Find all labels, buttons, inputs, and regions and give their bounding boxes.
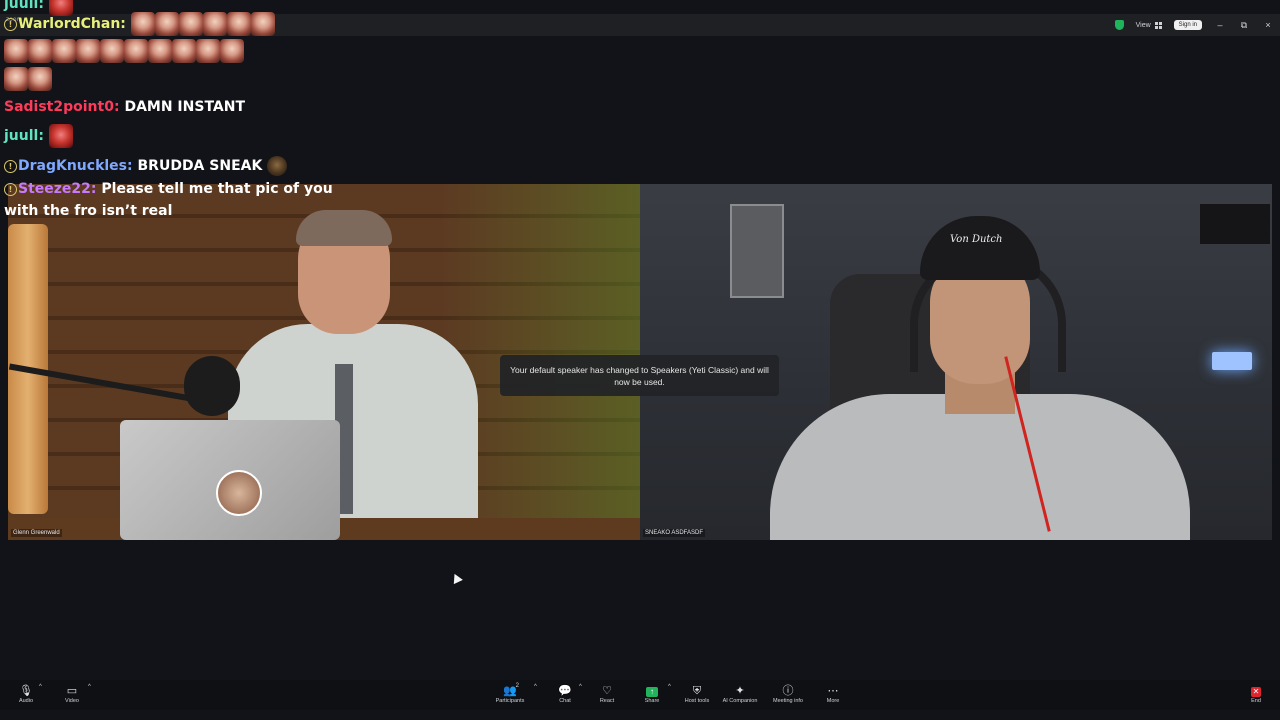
view-button[interactable]: View (1135, 21, 1162, 29)
cap: Von Dutch (920, 216, 1040, 280)
sign-in-button[interactable]: Sign in (1173, 20, 1202, 30)
audio-label: Audio (18, 698, 34, 704)
chat-line: Sadist2point0: DAMN INSTANT (4, 99, 246, 115)
participants-button[interactable]: 👥 2 Participants (491, 683, 529, 704)
emote-icon (48, 124, 73, 148)
emote-icon (100, 39, 124, 63)
emote-icon (76, 39, 100, 63)
emote-icon (226, 12, 251, 36)
badge-icon: ! (4, 160, 17, 173)
chat-line: juull: (4, 124, 73, 148)
heart-icon: ♡ (602, 685, 612, 697)
video-caret-icon[interactable]: ^ (88, 684, 91, 690)
shield-icon[interactable] (1114, 20, 1124, 30)
restore-button[interactable]: ⧉ (1238, 20, 1250, 31)
emote-icon (202, 12, 227, 36)
chat-username: Sadist2point0 (4, 99, 114, 115)
emote-icon (52, 39, 76, 63)
emote-icon (124, 39, 148, 63)
chat-caret-icon[interactable]: ^ (579, 684, 582, 690)
emote-icon (28, 67, 52, 91)
video-button[interactable]: ▭ Video (53, 684, 91, 704)
emote-icon (267, 156, 288, 176)
participant-video-right: Von Dutch (770, 214, 1190, 540)
chat-line: ! DragKnuckles: BRUDDA SNEAK (4, 156, 288, 176)
chat-username: DragKnuckles (18, 158, 128, 174)
emote-icon (130, 12, 155, 36)
end-label: End (1251, 698, 1261, 704)
shield-icon: ⛨ (692, 685, 702, 697)
mouse-cursor-icon (450, 571, 463, 585)
chat-username: juull (4, 0, 39, 12)
emote-icon (148, 39, 172, 63)
chat-username: Steeze22 (18, 181, 91, 197)
participants-label: Participants (495, 698, 525, 704)
share-button[interactable]: ↑ Share (633, 684, 671, 704)
badge-icon: ! (4, 18, 17, 31)
sparkle-icon: ✦ (735, 685, 745, 697)
emote-icon (4, 67, 28, 91)
end-call-icon: ✕ (1251, 687, 1261, 697)
more-button[interactable]: ⋯ More (814, 684, 852, 704)
chat-message: with the fro isn’t real (4, 203, 173, 219)
audio-caret-icon[interactable]: ^ (39, 684, 42, 690)
minimize-button[interactable]: – (1214, 20, 1226, 30)
emote-icon (220, 39, 244, 63)
emote-icon (196, 39, 220, 63)
emote-icon (172, 39, 196, 63)
share-caret-icon[interactable]: ^ (668, 684, 671, 690)
chat-message: Please tell me that pic of you (101, 181, 333, 197)
react-button[interactable]: ♡ React (588, 684, 626, 704)
view-label: View (1135, 21, 1151, 29)
participants-caret-icon[interactable]: ^ (534, 684, 537, 690)
chat-line-continued: with the fro isn’t real (4, 202, 172, 220)
ai-companion-button[interactable]: ✦ AI Companion (716, 684, 764, 704)
laptop-sticker (216, 470, 262, 516)
close-button[interactable]: × (1262, 20, 1274, 30)
chat-line-emotes (4, 39, 244, 63)
participants-icon: 👥 (503, 685, 517, 697)
titlebar-controls: View Sign in – ⧉ × (1114, 17, 1274, 33)
badge-icon: ! (4, 183, 17, 196)
emote-icon (154, 12, 179, 36)
host-tools-button[interactable]: ⛨ Host tools (678, 684, 716, 704)
laptop (120, 420, 340, 540)
toast-text: Your default speaker has changed to Spea… (510, 364, 769, 387)
video-label: Video (65, 698, 79, 704)
chat-message: BRUDDA SNEAK (137, 158, 263, 174)
chat-username: juull (4, 128, 39, 144)
chat-line-emotes (4, 67, 52, 91)
more-label: More (826, 698, 840, 704)
chat-username: WarlordChan (18, 16, 121, 32)
chat-label: Chat (559, 698, 571, 704)
chat-line: ! WarlordChan: (4, 12, 275, 36)
info-icon: ⓘ (782, 685, 794, 697)
microphone (184, 356, 240, 416)
host-tools-label: Host tools (684, 698, 710, 704)
more-icon: ⋯ (827, 685, 839, 697)
participant-name-right: SNEAKO ASDFASDF (643, 529, 706, 537)
share-label: Share (644, 698, 660, 704)
ai-companion-label: AI Companion (722, 698, 758, 704)
emote-icon (178, 12, 203, 36)
chat-message: DAMN INSTANT (124, 99, 246, 115)
react-label: React (599, 698, 615, 704)
meeting-info-button[interactable]: ⓘ Meeting info (766, 684, 810, 704)
participants-count: 2 (515, 683, 519, 689)
chat-line: ! Steeze22: Please tell me that pic of yo… (4, 180, 333, 198)
cap-logo: Von Dutch (950, 234, 1003, 245)
share-screen-icon: ↑ (646, 687, 658, 697)
grid-icon (1154, 21, 1162, 29)
emote-icon (250, 12, 275, 36)
participant-name-left: Glenn Greenwald (11, 529, 62, 537)
meeting-info-label: Meeting info (773, 698, 803, 704)
video-camera-icon: ▭ (66, 685, 78, 697)
background-light (1212, 352, 1252, 370)
emote-icon (4, 39, 28, 63)
emote-icon (28, 39, 52, 63)
background-monitor (1200, 204, 1270, 244)
meeting-toolbar: 🎙 Audio ^ ▭ Video ^ 👥 2 Participants ^ 💬… (0, 680, 1280, 710)
end-button[interactable]: ✕ End (1237, 684, 1275, 704)
speaker-change-toast: Your default speaker has changed to Spea… (500, 355, 779, 396)
